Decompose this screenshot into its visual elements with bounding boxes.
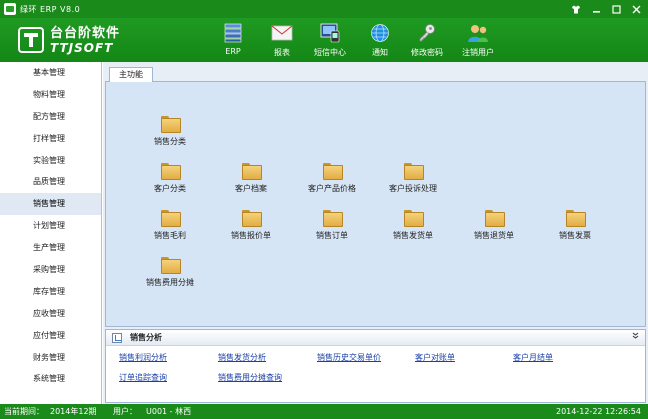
func-sales-return[interactable]: 销售退货单 [459, 210, 529, 241]
toolbar-notice-button[interactable]: 通知 [368, 20, 392, 60]
sidebar-item-sampling[interactable]: 打样管理 [0, 128, 101, 150]
status-user-label: 用户： [113, 407, 137, 416]
logo-en-text: TTJSOFT [50, 40, 114, 55]
maximize-button[interactable] [608, 2, 624, 16]
sales-analysis-header: 销售分析 [106, 330, 645, 346]
folder-icon [161, 163, 181, 180]
status-period-value: 2014年12期 [50, 407, 97, 416]
main-panel: 主功能 销售分类 客户分类 客户档案 客户产品价格 客户投诉处理 销售毛利 销售… [103, 62, 648, 404]
sidebar-item-payable[interactable]: 应付管理 [0, 325, 101, 347]
window-titlebar: 绿环 ERP V8.0 [0, 0, 648, 18]
func-sales-invoice[interactable]: 销售发票 [540, 210, 610, 241]
sidebar-item-sales[interactable]: 销售管理 [0, 193, 101, 216]
tab-main-functions[interactable]: 主功能 [109, 67, 153, 83]
func-sales-category[interactable]: 销售分类 [135, 116, 205, 147]
sidebar-item-production[interactable]: 生产管理 [0, 237, 101, 259]
window-title: 绿环 ERP V8.0 [20, 4, 81, 14]
main-toolbar: 台台阶软件 TTJSOFT ERP 报表 短信中心 通知 修改密码 注销用户 [0, 18, 648, 62]
toolbar-change-password-button[interactable]: 修改密码 [409, 20, 445, 60]
link-sales-history-price[interactable]: 销售历史交易单价 [317, 352, 381, 363]
func-sales-delivery[interactable]: 销售发货单 [378, 210, 448, 241]
folder-icon [323, 210, 343, 227]
link-sales-profit-analysis[interactable]: 销售利润分析 [119, 352, 167, 363]
sidebar-item-basic[interactable]: 基本管理 [0, 62, 101, 84]
func-sales-quotation[interactable]: 销售报价单 [216, 210, 286, 241]
folder-icon [161, 210, 181, 227]
logo-mark-icon [18, 27, 44, 53]
toolbar-notice-label: 通知 [372, 48, 388, 57]
report-envelope-icon [271, 22, 293, 44]
link-order-tracking[interactable]: 订单追踪查询 [119, 372, 167, 383]
sidebar-item-finance[interactable]: 财务管理 [0, 347, 101, 369]
status-bar: 当前期间： 2014年12期 用户： U001 - 林西 2014-12-22 … [0, 404, 648, 419]
erp-icon [222, 22, 244, 44]
toolbar-report-button[interactable]: 报表 [270, 20, 294, 60]
toolbar-report-label: 报表 [274, 48, 290, 57]
func-sales-order[interactable]: 销售订单 [297, 210, 367, 241]
folder-icon [404, 163, 424, 180]
folder-icon [485, 210, 505, 227]
logo-cn-text: 台台阶软件 [50, 25, 121, 41]
notice-globe-icon [369, 22, 391, 44]
users-icon [467, 22, 489, 44]
link-customer-statement[interactable]: 客户对账单 [415, 352, 455, 363]
folder-icon [242, 210, 262, 227]
status-user-value: U001 - 林西 [146, 407, 192, 416]
toolbar-change-password-label: 修改密码 [411, 48, 443, 57]
toolbar-erp-button[interactable]: ERP [221, 20, 245, 60]
sidebar-item-plan[interactable]: 计划管理 [0, 215, 101, 237]
folder-icon [161, 116, 181, 133]
sidebar-item-formula[interactable]: 配方管理 [0, 106, 101, 128]
status-period-label: 当前期间： [4, 407, 44, 416]
folder-icon [242, 163, 262, 180]
link-sales-expense-query[interactable]: 销售费用分摊查询 [218, 372, 282, 383]
func-customer-complaint[interactable]: 客户投诉处理 [378, 163, 448, 194]
link-sales-delivery-analysis[interactable]: 销售发货分析 [218, 352, 266, 363]
app-icon [4, 3, 16, 15]
folder-icon [566, 210, 586, 227]
sidebar-item-receivable[interactable]: 应收管理 [0, 303, 101, 325]
chart-icon [112, 332, 122, 343]
company-logo: 台台阶软件 TTJSOFT [18, 22, 120, 58]
toolbar-logout-label: 注销用户 [462, 48, 494, 57]
skin-shirt-icon[interactable] [568, 2, 584, 16]
link-customer-monthly-statement[interactable]: 客户月结单 [513, 352, 553, 363]
sidebar-item-purchase[interactable]: 采购管理 [0, 259, 101, 281]
toolbar-logout-button[interactable]: 注销用户 [460, 20, 496, 60]
sales-analysis-panel: 销售分析 销售利润分析 销售发货分析 销售历史交易单价 客户对账单 客户月结单 … [105, 329, 646, 403]
folder-icon [323, 163, 343, 180]
folder-icon [404, 210, 424, 227]
func-sales-expense-allocation[interactable]: 销售费用分摊 [135, 257, 205, 288]
key-icon [416, 22, 438, 44]
collapse-chevron-icon[interactable] [632, 332, 639, 341]
minimize-button[interactable] [588, 2, 604, 16]
close-button[interactable] [628, 2, 644, 16]
sales-analysis-title: 销售分析 [130, 333, 162, 342]
sidebar-item-lab[interactable]: 实验管理 [0, 150, 101, 172]
folder-icon [161, 257, 181, 274]
func-customer-file[interactable]: 客户档案 [216, 163, 286, 194]
toolbar-erp-label: ERP [225, 47, 241, 56]
toolbar-sms-label: 短信中心 [314, 48, 346, 57]
sidebar-item-material[interactable]: 物料管理 [0, 84, 101, 106]
sidebar-item-inventory[interactable]: 库存管理 [0, 281, 101, 303]
func-sales-margin[interactable]: 销售毛利 [135, 210, 205, 241]
module-sidebar: 基本管理 物料管理 配方管理 打样管理 实验管理 品质管理 销售管理 计划管理 … [0, 62, 102, 404]
tab-bar: 主功能 [105, 66, 646, 83]
sidebar-item-quality[interactable]: 品质管理 [0, 171, 101, 193]
sidebar-item-system[interactable]: 系统管理 [0, 368, 101, 390]
func-customer-category[interactable]: 客户分类 [135, 163, 205, 194]
func-customer-product-price[interactable]: 客户产品价格 [297, 163, 367, 194]
sms-center-icon [319, 22, 341, 44]
status-datetime: 2014-12-22 12:26:54 [556, 407, 641, 416]
toolbar-sms-button[interactable]: 短信中心 [312, 20, 348, 60]
function-grid: 销售分类 客户分类 客户档案 客户产品价格 客户投诉处理 销售毛利 销售报价单 [105, 82, 646, 327]
